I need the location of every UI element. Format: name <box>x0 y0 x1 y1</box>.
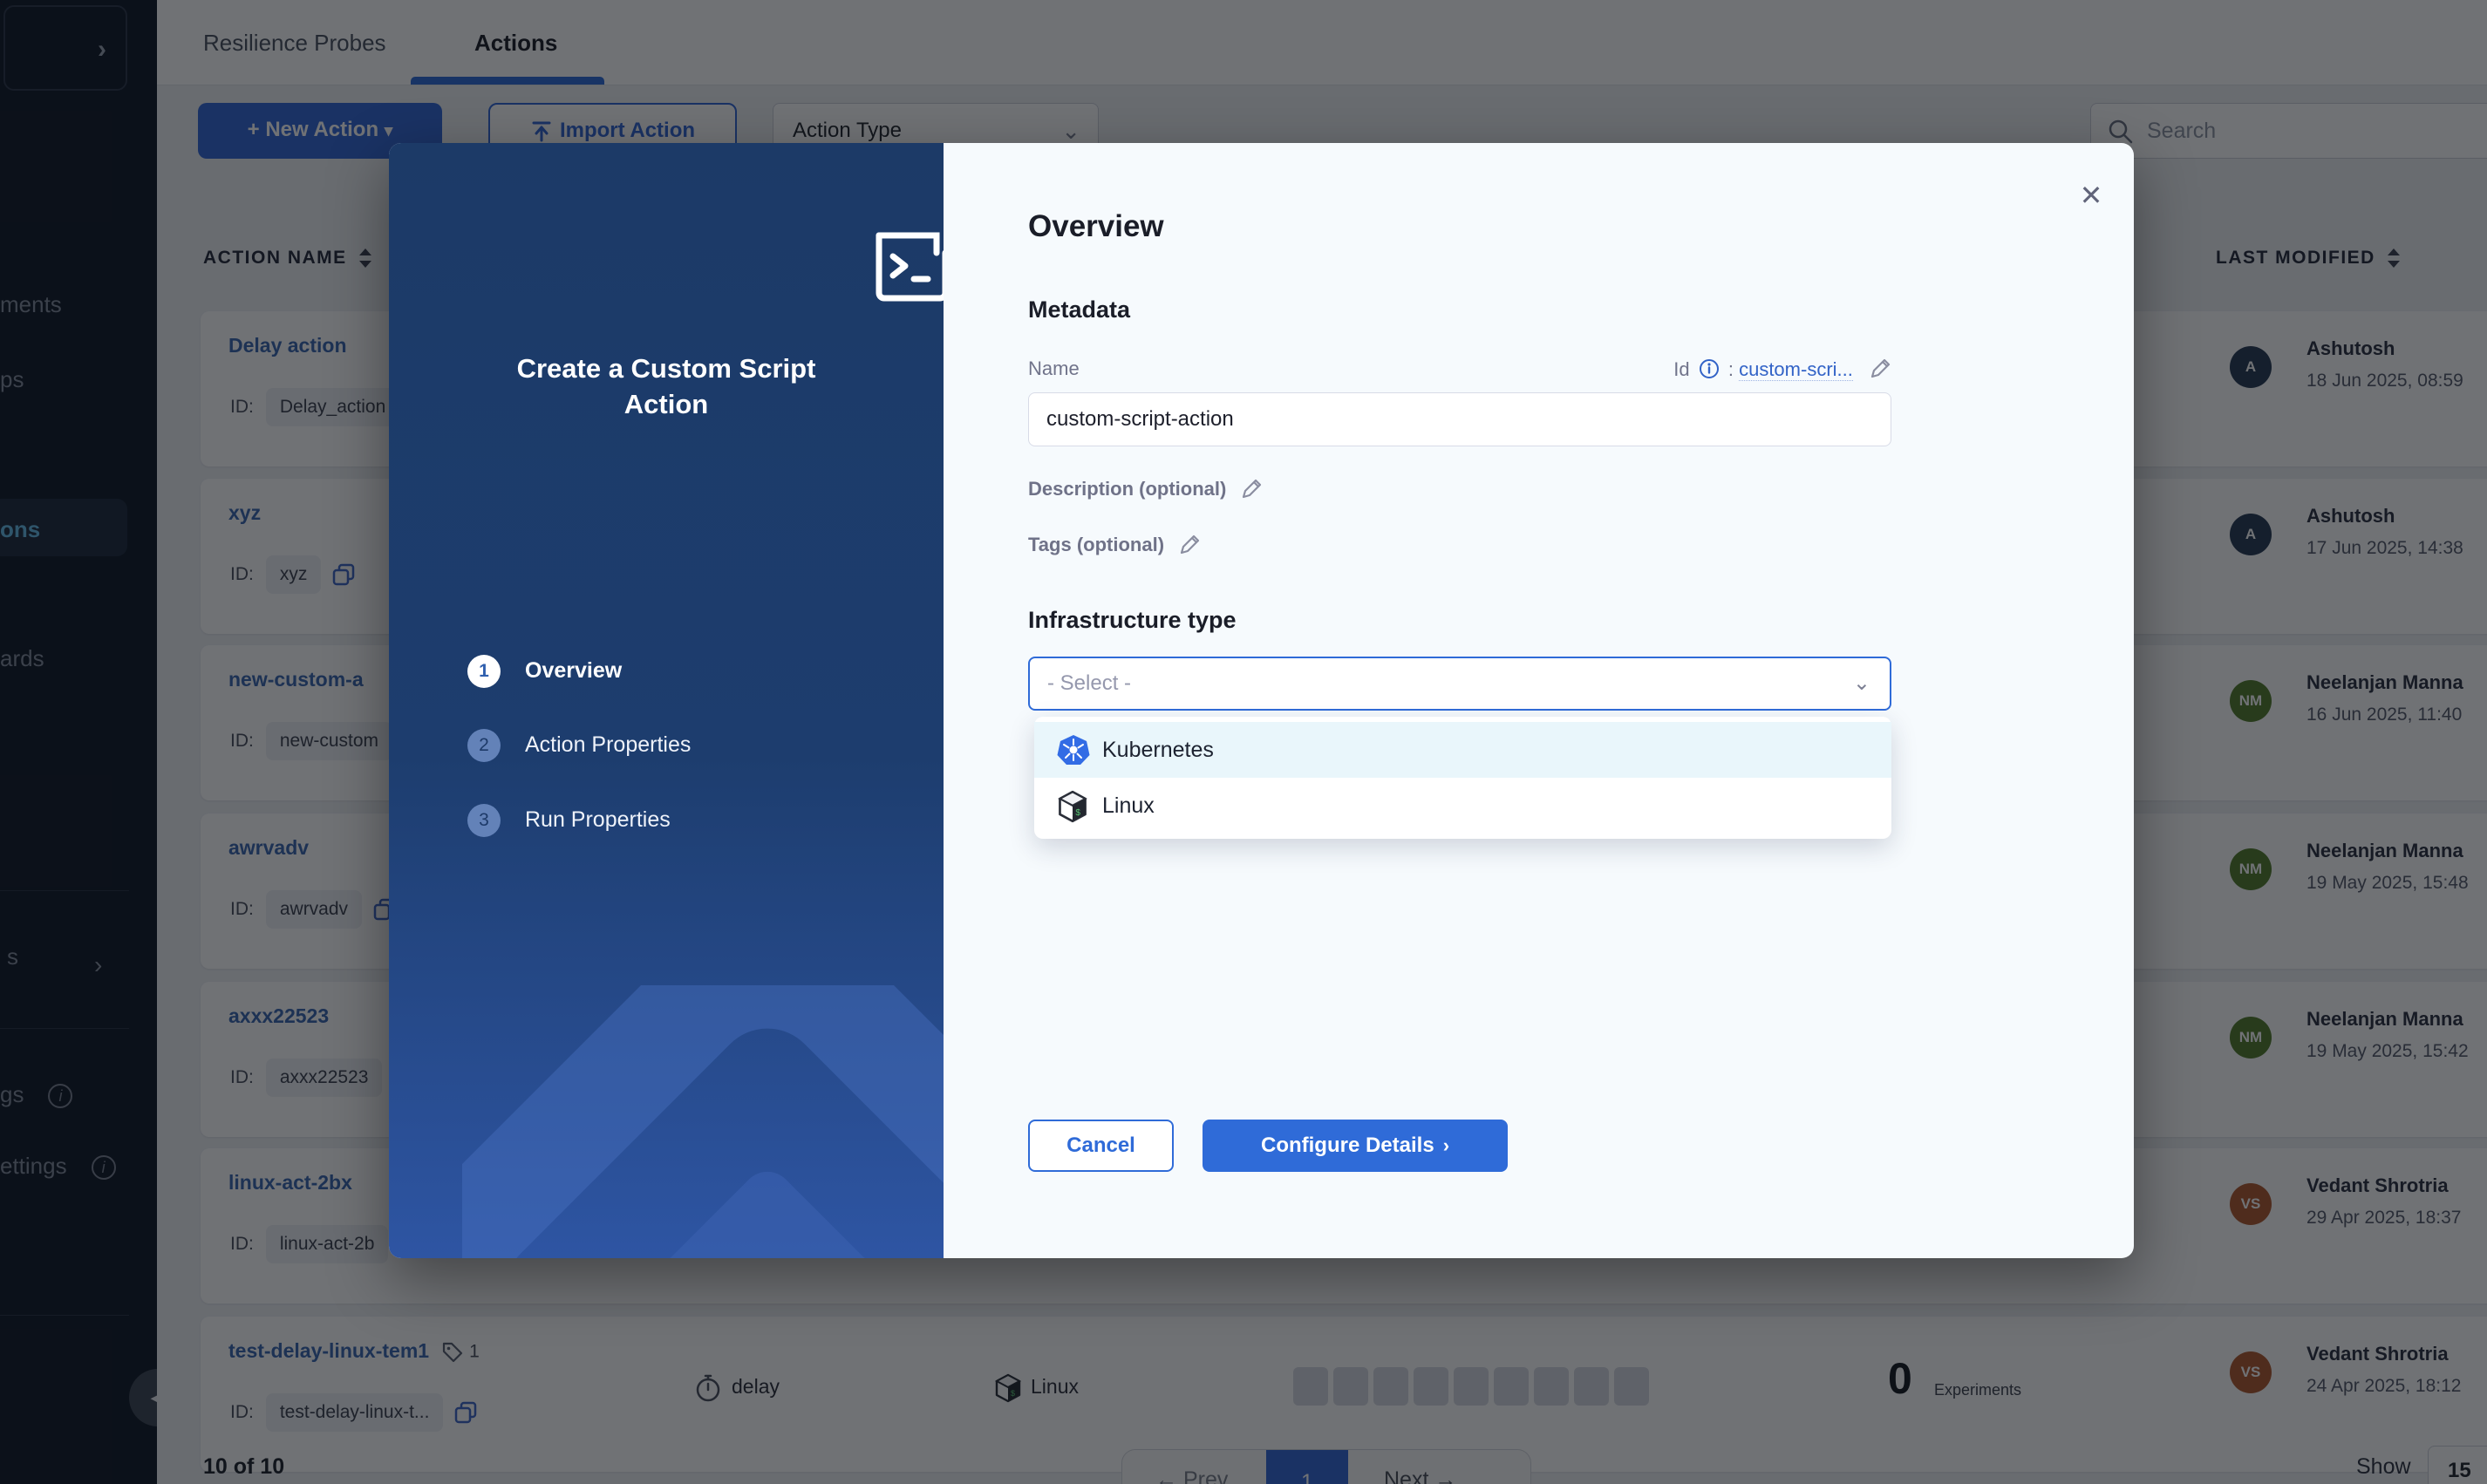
description-field[interactable]: Description (optional) <box>1028 478 1263 500</box>
edit-pencil-icon[interactable] <box>1178 534 1201 556</box>
kubernetes-icon <box>1057 734 1090 766</box>
select-placeholder: - Select - <box>1047 658 1131 709</box>
step-overview[interactable]: 1 Overview <box>467 655 869 695</box>
linux-icon: $ <box>1057 790 1088 823</box>
step-run-properties[interactable]: 3 Run Properties <box>467 804 869 844</box>
create-action-modal: Create a Custom Script Action 1 Overview… <box>389 143 2134 1258</box>
id-label: Id <box>1673 358 1689 380</box>
overview-heading: Overview <box>1028 209 1164 244</box>
terminal-icon <box>870 230 944 303</box>
id-row: Id : custom-scri... <box>1418 357 1891 381</box>
chevron-right-icon: › <box>1443 1134 1449 1156</box>
name-label: Name <box>1028 357 1080 380</box>
step-action-properties[interactable]: 2 Action Properties <box>467 729 869 769</box>
chevron-down-icon: ⌄ <box>1853 658 1870 709</box>
app-screen: › ments ps ons ards s › gsi ettingsi ◀ R… <box>0 0 2487 1484</box>
edit-pencil-icon[interactable] <box>1240 478 1263 500</box>
infrastructure-type-select[interactable]: - Select - ⌄ <box>1028 657 1891 711</box>
tags-field[interactable]: Tags (optional) <box>1028 534 1201 556</box>
close-icon[interactable]: ✕ <box>2072 176 2110 214</box>
action-name-input[interactable] <box>1028 392 1891 446</box>
brand-watermark <box>462 985 944 1258</box>
modal-title: Create a Custom Script Action <box>483 351 849 422</box>
metadata-heading: Metadata <box>1028 296 1130 323</box>
configure-details-button[interactable]: Configure Details› <box>1203 1120 1508 1172</box>
cancel-button[interactable]: Cancel <box>1028 1120 1174 1172</box>
option-linux[interactable]: $ Linux <box>1034 778 1891 834</box>
option-kubernetes[interactable]: Kubernetes <box>1034 722 1891 778</box>
generated-id-link[interactable]: custom-scri... <box>1739 358 1853 381</box>
infrastructure-type-menu: Kubernetes $ Linux <box>1034 717 1891 839</box>
modal-side-panel: Create a Custom Script Action 1 Overview… <box>389 143 944 1258</box>
edit-pencil-icon[interactable] <box>1869 357 1891 380</box>
info-icon[interactable] <box>1699 358 1720 379</box>
infrastructure-type-heading: Infrastructure type <box>1028 607 1237 634</box>
svg-text:$: $ <box>1075 808 1080 818</box>
